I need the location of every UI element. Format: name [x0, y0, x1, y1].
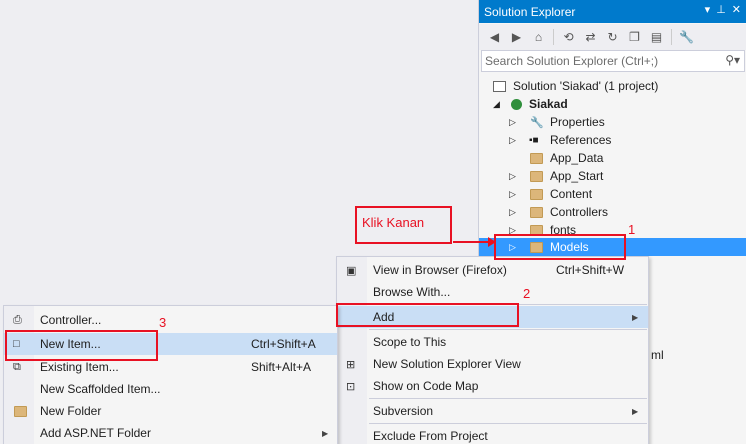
annotation-step-3: 3: [159, 315, 167, 330]
annotation-step-2: 2: [523, 286, 531, 301]
tree-item-properties[interactable]: ▷ 🔧 Properties: [479, 113, 746, 131]
annotation-box-new-item: [5, 330, 158, 361]
folder-icon: [530, 152, 543, 164]
controller-icon: ⎙: [13, 313, 22, 326]
folder-icon: [14, 406, 27, 417]
folder-icon: [530, 188, 543, 200]
expanded-arrow-icon[interactable]: ◢: [493, 99, 500, 110]
context-menu: ▣ View in Browser (Firefox) Ctrl+Shift+W…: [336, 256, 649, 444]
annotation-box-add: [336, 303, 519, 327]
menu-item-show-on-code-map[interactable]: ⊡ Show on Code Map: [337, 375, 648, 397]
folder-icon: [530, 170, 543, 182]
search-input[interactable]: Search Solution Explorer (Ctrl+;) ⚲▾: [481, 50, 745, 72]
pin-icon[interactable]: ⊥: [716, 3, 726, 16]
menu-separator: [369, 398, 647, 399]
collapsed-arrow-icon[interactable]: ▷: [509, 189, 516, 200]
submenu-arrow-icon: ▶: [632, 406, 639, 416]
menu-item-browse-with[interactable]: Browse With...: [337, 281, 648, 303]
partial-tree-text: ml: [651, 348, 664, 362]
existing-item-icon: ⧉: [13, 360, 21, 373]
submenu-arrow-icon: ▶: [632, 312, 639, 322]
home-icon[interactable]: ⌂: [531, 30, 546, 44]
tree-item-app-start[interactable]: ▷ App_Start: [479, 167, 746, 185]
tree-item-project[interactable]: ◢ Siakad: [479, 95, 746, 113]
tree-item-app-data[interactable]: App_Data: [479, 149, 746, 167]
menu-item-controller[interactable]: ⎙ Controller...: [4, 309, 337, 331]
wrench-icon[interactable]: 🔧: [679, 30, 694, 44]
panel-title: Solution Explorer: [484, 5, 576, 19]
toolbar-divider: [553, 29, 554, 45]
toolbar-divider: [671, 29, 672, 45]
code-map-icon: ⊡: [346, 380, 356, 393]
annotation-step-1: 1: [628, 222, 636, 237]
collapsed-arrow-icon[interactable]: ▷: [509, 207, 516, 218]
browser-icon: ▣: [346, 264, 357, 277]
annotation-arrow-line: [453, 241, 491, 243]
submenu-arrow-icon: ▶: [322, 428, 329, 438]
search-placeholder: Search Solution Explorer (Ctrl+;): [485, 54, 659, 68]
close-icon[interactable]: ✕: [732, 3, 741, 16]
menu-item-new-solution-explorer-view[interactable]: ⊞ New Solution Explorer View: [337, 353, 648, 375]
web-project-icon: [511, 98, 522, 110]
references-icon: ▪■: [529, 134, 539, 146]
menu-item-scope-to-this[interactable]: Scope to This: [337, 331, 648, 353]
sync-icon[interactable]: ⇄: [583, 30, 598, 44]
back-icon[interactable]: ◀: [487, 30, 502, 44]
annotation-klik-kanan: Klik Kanan: [362, 215, 425, 230]
new-view-icon: ⊞: [346, 358, 356, 371]
refresh-icon[interactable]: ↻: [605, 30, 620, 44]
solution-explorer-toolbar: ◀ ▶ ⌂ ⟲ ⇄ ↻ ❐ ▤ 🔧: [479, 24, 746, 50]
collapse-all-icon[interactable]: ❐: [627, 30, 642, 44]
menu-item-add-aspnet-folder[interactable]: Add ASP.NET Folder ▶: [4, 422, 337, 444]
show-all-files-icon[interactable]: ▤: [649, 30, 664, 44]
wrench-icon: 🔧: [530, 116, 544, 129]
menu-item-new-folder[interactable]: New Folder: [4, 400, 337, 422]
menu-item-subversion[interactable]: Subversion ▶: [337, 400, 648, 422]
tree-item-content[interactable]: ▷ Content: [479, 185, 746, 203]
collapsed-arrow-icon[interactable]: ▷: [509, 171, 516, 182]
solution-explorer-titlebar: Solution Explorer ▾ ⊥ ✕: [479, 0, 746, 23]
menu-separator: [369, 423, 647, 424]
menu-item-view-in-browser[interactable]: ▣ View in Browser (Firefox) Ctrl+Shift+W: [337, 259, 648, 281]
add-submenu: ⎙ Controller... □ New Item... Ctrl+Shift…: [3, 305, 338, 444]
menu-separator: [369, 329, 647, 330]
history-icon[interactable]: ⟲: [561, 30, 576, 44]
solution-icon: [493, 80, 506, 92]
menu-item-new-scaffolded-item[interactable]: New Scaffolded Item...: [4, 378, 337, 400]
forward-icon[interactable]: ▶: [509, 30, 524, 44]
dropdown-icon[interactable]: ▾: [705, 3, 711, 16]
collapsed-arrow-icon[interactable]: ▷: [509, 135, 516, 146]
menu-item-exclude-from-project[interactable]: Exclude From Project: [337, 425, 648, 444]
tree-item-controllers[interactable]: ▷ Controllers: [479, 203, 746, 221]
folder-icon: [530, 206, 543, 218]
collapsed-arrow-icon[interactable]: ▷: [509, 117, 516, 128]
tree-item-solution[interactable]: Solution 'Siakad' (1 project): [479, 77, 746, 95]
annotation-box-models: [494, 234, 626, 260]
tree-item-references[interactable]: ▷ ▪■ References: [479, 131, 746, 149]
search-icon[interactable]: ⚲▾: [725, 53, 740, 67]
